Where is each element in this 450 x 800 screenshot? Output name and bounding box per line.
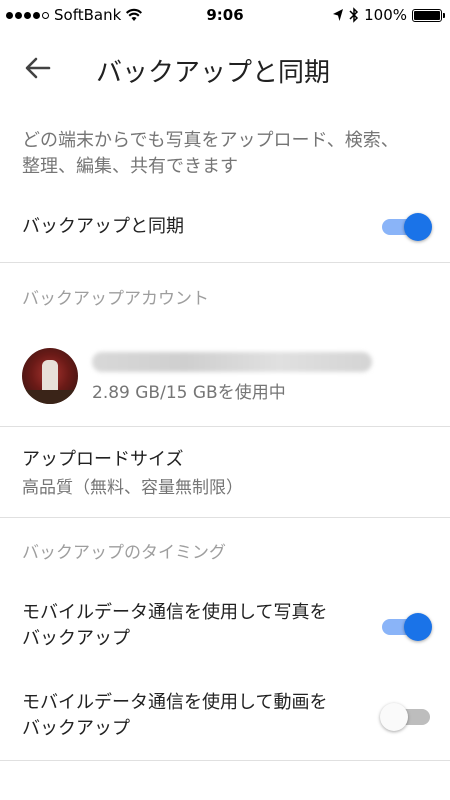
location-arrow-icon xyxy=(333,9,344,21)
upload-size-label: アップロードサイズ xyxy=(22,449,184,470)
divider xyxy=(0,517,450,518)
battery-icon xyxy=(412,8,445,22)
mobile-data-videos-toggle[interactable] xyxy=(380,702,432,732)
mobile-data-photos-label-line1: モバイルデータ通信を使用して写真を xyxy=(22,602,328,623)
bluetooth-icon xyxy=(349,7,359,23)
page-title: バックアップと同期 xyxy=(96,58,331,88)
mobile-data-photos-toggle[interactable] xyxy=(380,612,432,642)
mobile-data-photos-label-line2: バックアップ xyxy=(22,628,130,649)
avatar[interactable] xyxy=(22,348,78,404)
app-bar: バックアップと同期 xyxy=(0,38,450,98)
upload-size-row[interactable]: アップロードサイズ 高品質（無料、容量無制限） xyxy=(0,427,450,517)
status-bar: SoftBank 9:06 100% xyxy=(0,0,450,30)
backup-sync-label: バックアップと同期 xyxy=(22,216,184,237)
mobile-data-videos-label-line2: バックアップ xyxy=(22,718,130,739)
divider xyxy=(0,760,450,761)
mobile-data-photos-row[interactable]: モバイルデータ通信を使用して写真を バックアップ xyxy=(0,594,450,664)
backup-sync-row[interactable]: バックアップと同期 xyxy=(0,196,450,262)
divider xyxy=(0,262,450,263)
mobile-data-videos-row[interactable]: モバイルデータ通信を使用して動画を バックアップ xyxy=(0,684,450,754)
battery-percent: 100% xyxy=(364,6,407,24)
status-right: 100% xyxy=(332,6,445,24)
backup-sync-toggle[interactable] xyxy=(380,212,432,242)
backup-account-header: バックアップアカウント xyxy=(22,289,209,309)
description-text: どの端末からでも写真をアップロード、検索、整理、編集、共有できます xyxy=(22,130,399,177)
backup-timing-header: バックアップのタイミング xyxy=(22,543,226,563)
account-email-redacted xyxy=(92,352,372,372)
back-button[interactable] xyxy=(22,52,54,84)
upload-size-value: 高品質（無料、容量無制限） xyxy=(22,478,243,498)
mobile-data-videos-label-line1: モバイルデータ通信を使用して動画を xyxy=(22,692,328,713)
arrow-back-icon xyxy=(25,57,51,79)
account-usage: 2.89 GB/15 GBを使用中 xyxy=(92,383,286,403)
